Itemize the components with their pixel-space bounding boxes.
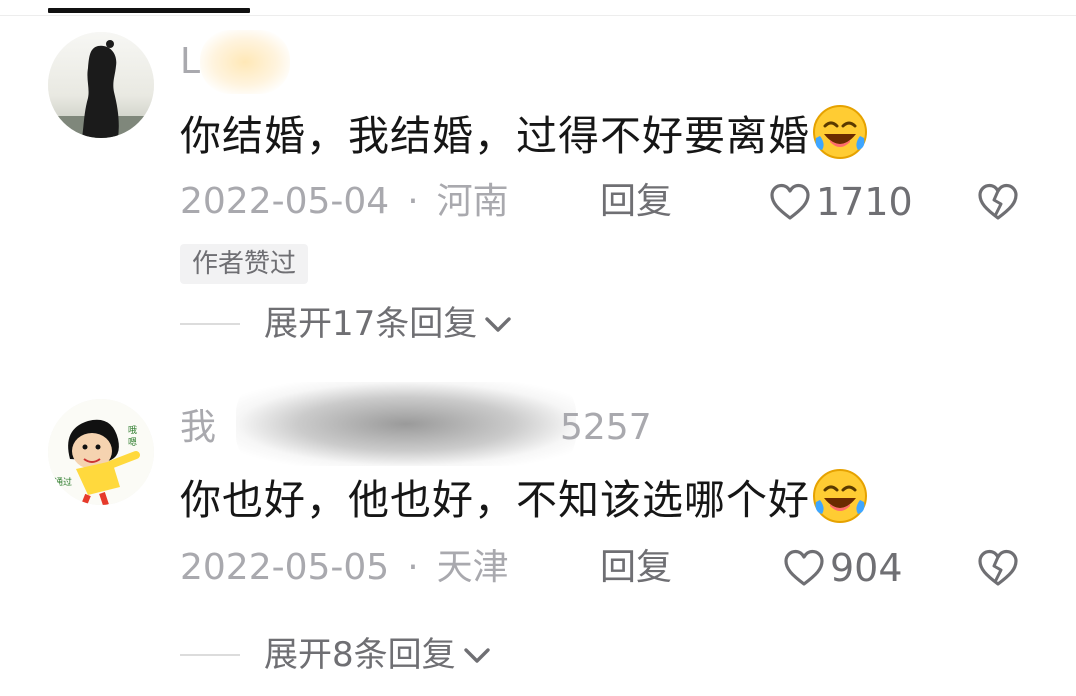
comment-meta: 2022-05-05 · 天津 (180, 548, 509, 588)
like-button[interactable]: 1710 (768, 182, 913, 222)
heart-outline-icon (784, 549, 824, 586)
comment-username[interactable]: L (180, 42, 200, 82)
author-liked-badge: 作者赞过 (180, 244, 309, 284)
comment-list-screen: L 你结婚，我结婚，过得不好要离婚 2022-05-04 · 河南 回复 1710 (0, 0, 1076, 696)
comment-location: 河南 (436, 181, 509, 222)
svg-text:嗯: 嗯 (128, 437, 137, 448)
comment-date: 2022-05-05 (180, 547, 390, 588)
avatar[interactable]: 哦 嗯 通过 (48, 399, 154, 505)
reply-button[interactable]: 回复 (600, 548, 672, 588)
laughing-crying-emoji-icon (813, 469, 867, 523)
expand-replies-button[interactable]: 展开17条回复 (180, 302, 513, 346)
comment-location: 天津 (436, 547, 509, 588)
avatar[interactable] (48, 32, 154, 138)
laughing-crying-emoji-icon (813, 105, 867, 159)
chevron-down-icon (463, 648, 490, 663)
comment-username[interactable]: 我 (180, 408, 216, 448)
broken-heart-icon[interactable] (976, 182, 1020, 222)
username-blur-mask (200, 30, 290, 94)
comment-username-suffix: 5257 (560, 407, 652, 448)
broken-heart-icon[interactable] (976, 548, 1020, 588)
chevron-down-icon (485, 317, 511, 332)
top-divider (0, 15, 1076, 16)
heart-outline-icon (770, 183, 810, 220)
comment-date: 2022-05-04 (180, 181, 390, 222)
expand-replies-label: 展开17条回复 (264, 304, 478, 344)
username-blur-mask (236, 382, 576, 466)
expand-divider (180, 323, 240, 325)
like-count: 1710 (816, 180, 913, 224)
like-count: 904 (830, 546, 903, 590)
svg-text:通过: 通过 (54, 476, 72, 488)
comment-meta: 2022-05-04 · 河南 (180, 182, 509, 222)
svg-text:哦: 哦 (128, 424, 137, 436)
active-tab-indicator (48, 8, 250, 13)
meta-separator: · (407, 181, 419, 222)
like-button[interactable]: 904 (782, 548, 903, 588)
meta-separator: · (407, 547, 419, 588)
comment-content: 你结婚，我结婚，过得不好要离婚 (180, 104, 868, 161)
expand-replies-label: 展开8条回复 (264, 635, 456, 675)
expand-divider (180, 654, 240, 656)
expand-replies-button[interactable]: 展开8条回复 (180, 633, 492, 677)
comment-content: 你也好，他也好，不知该选哪个好 (180, 468, 868, 525)
reply-button[interactable]: 回复 (600, 182, 672, 222)
